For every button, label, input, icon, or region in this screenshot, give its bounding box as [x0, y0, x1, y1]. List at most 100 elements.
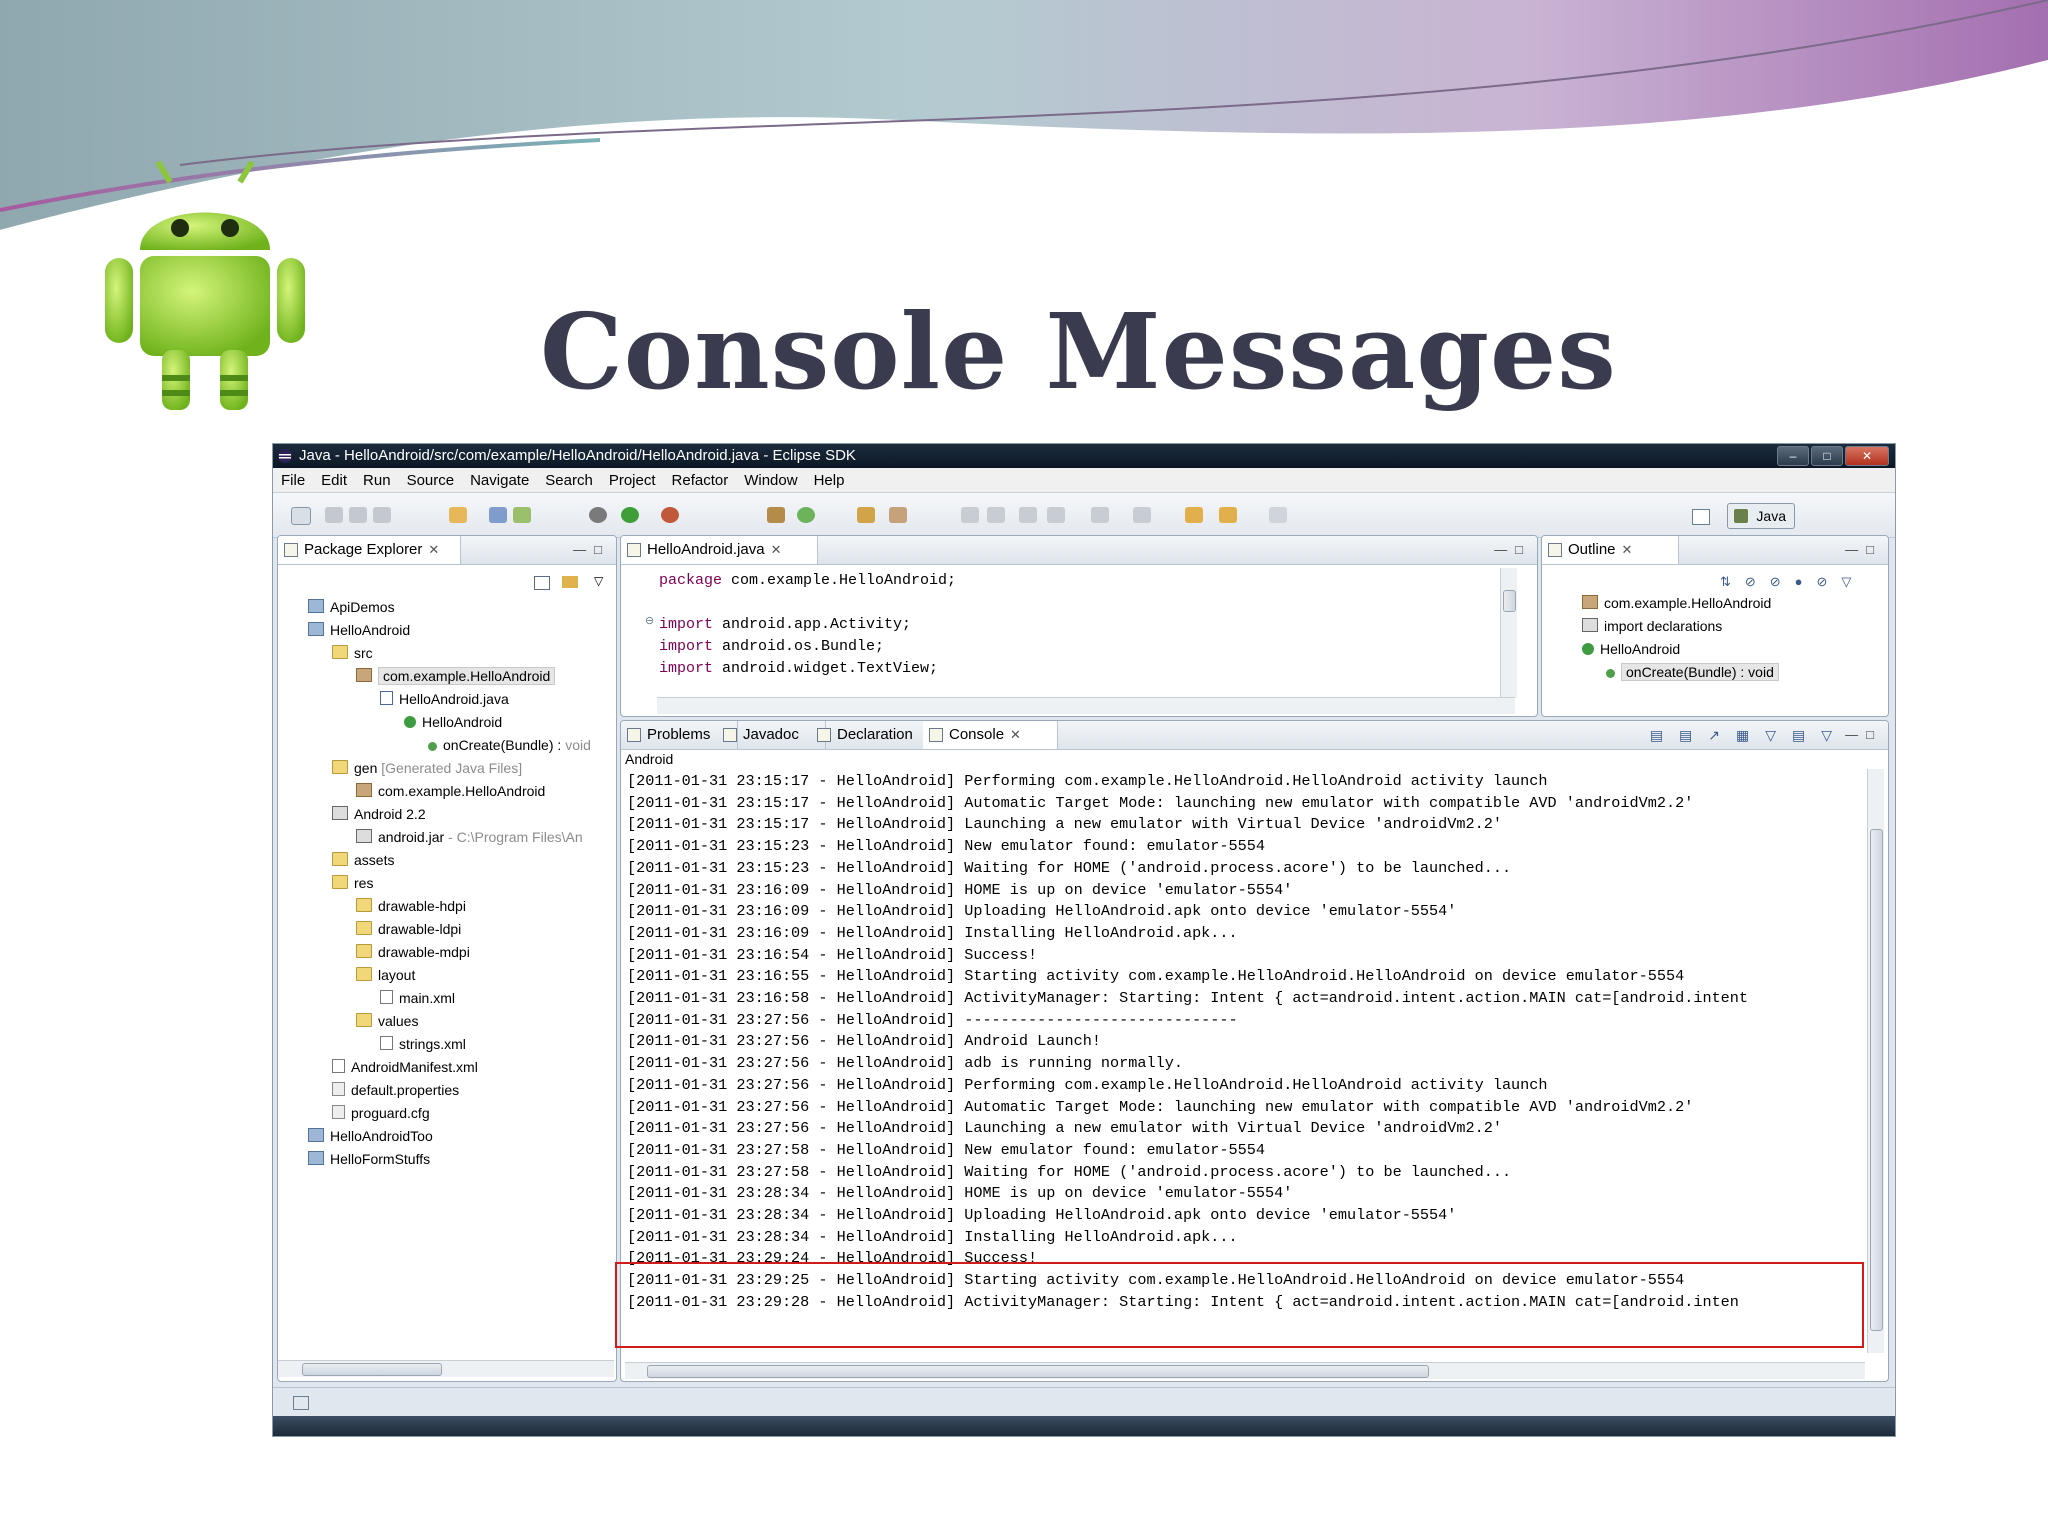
tree-item-oncreate[interactable]: onCreate(Bundle) : void [428, 734, 591, 756]
console-output[interactable]: [2011-01-31 23:15:17 - HelloAndroid] Per… [627, 771, 1748, 1314]
close-tab-icon[interactable]: ✕ [1622, 542, 1633, 557]
console-vertical-scrollbar[interactable] [1867, 769, 1884, 1353]
menu-help[interactable]: Help [814, 472, 845, 489]
link-with-editor-icon[interactable] [562, 576, 578, 588]
console-line: [2011-01-31 23:27:56 - HelloAndroid] adb… [627, 1054, 1183, 1073]
open-type-icon[interactable] [767, 507, 785, 523]
view-minmax-icons[interactable]: —□ [573, 542, 610, 557]
tab-package-explorer[interactable]: Package Explorer ✕ [278, 536, 461, 564]
close-tab-icon[interactable]: ✕ [428, 542, 439, 557]
prev-annotation-icon[interactable] [1133, 507, 1151, 523]
back-icon[interactable] [1219, 507, 1237, 523]
editor-horizontal-scrollbar[interactable] [657, 697, 1515, 714]
new-android-project-icon[interactable] [489, 507, 507, 523]
close-tab-icon[interactable]: ✕ [1010, 727, 1021, 742]
tree-item-android-jar[interactable]: android.jar - C:\Program Files\An [356, 826, 583, 848]
close-tab-icon[interactable]: ✕ [771, 542, 782, 557]
edit-pen-icon[interactable] [889, 507, 907, 523]
save-all-icon[interactable] [349, 507, 367, 523]
tree-item-helloandroid-class[interactable]: HelloAndroid [404, 711, 502, 733]
block-select-icon[interactable] [1019, 507, 1037, 523]
debug-icon[interactable] [589, 507, 607, 523]
last-edit-icon[interactable] [1185, 507, 1203, 523]
code-editor[interactable]: package com.example.HelloAndroid; import… [659, 570, 956, 680]
menu-navigate[interactable]: Navigate [470, 472, 529, 489]
scroll-thumb[interactable] [302, 1363, 442, 1376]
tree-item-proguard[interactable]: proguard.cfg [332, 1102, 430, 1124]
print-icon[interactable] [373, 507, 391, 523]
tree-item-main-xml[interactable]: main.xml [380, 987, 455, 1009]
scroll-thumb[interactable] [647, 1365, 1429, 1378]
menu-search[interactable]: Search [545, 472, 593, 489]
tree-item-gen-package[interactable]: com.example.HelloAndroid [356, 780, 545, 802]
tree-item-layout[interactable]: layout [356, 964, 415, 986]
minimize-button[interactable]: – [1777, 446, 1809, 466]
scroll-thumb[interactable] [1870, 829, 1883, 1331]
tree-item-default-properties[interactable]: default.properties [332, 1079, 459, 1101]
tree-item-helloformstuffs[interactable]: HelloFormStuffs [308, 1148, 430, 1170]
tree-item-android-lib[interactable]: Android 2.2 [332, 803, 426, 825]
open-folder-icon[interactable] [857, 507, 875, 523]
menu-run[interactable]: Run [363, 472, 391, 489]
tree-item-package[interactable]: com.example.HelloAndroid [356, 665, 556, 687]
fast-view-icon[interactable] [293, 1396, 309, 1410]
open-perspective-icon[interactable] [1692, 509, 1710, 525]
tree-item-strings-xml[interactable]: strings.xml [380, 1033, 466, 1055]
outline-item-class[interactable]: HelloAndroid [1582, 638, 1680, 660]
menu-refactor[interactable]: Refactor [672, 472, 729, 489]
tree-item-assets[interactable]: assets [332, 849, 394, 871]
annotation-icon[interactable] [987, 507, 1005, 523]
view-minmax-icons[interactable]: —□ [1494, 542, 1531, 557]
tree-item-gen[interactable]: gen [Generated Java Files] [332, 757, 522, 779]
tree-item-drawable-mdpi[interactable]: drawable-mdpi [356, 941, 470, 963]
scroll-thumb[interactable] [1503, 590, 1516, 612]
status-bar [273, 1387, 1895, 1416]
editor-vertical-scrollbar[interactable] [1500, 568, 1517, 698]
outline-item-package[interactable]: com.example.HelloAndroid [1582, 592, 1771, 614]
view-minmax-icons[interactable]: —□ [1845, 727, 1882, 742]
tab-outline[interactable]: Outline ✕ [1542, 536, 1679, 564]
collapse-all-icon[interactable] [534, 576, 550, 590]
console-toolbar-icons[interactable]: ▤▤↗▦▽▤▽ [1650, 727, 1848, 744]
run-icon[interactable] [621, 507, 639, 523]
menu-project[interactable]: Project [609, 472, 656, 489]
menu-edit[interactable]: Edit [321, 472, 347, 489]
fold-icon[interactable]: ⊖ [645, 614, 654, 627]
tree-item-manifest[interactable]: AndroidManifest.xml [332, 1056, 478, 1078]
tab-helloandroid-java[interactable]: HelloAndroid.java ✕ [621, 536, 818, 564]
tree-item-drawable-ldpi[interactable]: drawable-ldpi [356, 918, 461, 940]
tab-console[interactable]: Console ✕ [923, 721, 1058, 749]
forward-icon[interactable] [1269, 507, 1287, 523]
tree-item-res[interactable]: res [332, 872, 373, 894]
tree-item-helloandroid-java[interactable]: HelloAndroid.java [380, 688, 509, 710]
console-horizontal-scrollbar[interactable] [625, 1362, 1865, 1379]
outline-toolbar-icons[interactable]: ⇅⊘⊘●⊘▽ [1720, 574, 1865, 590]
save-icon[interactable] [325, 507, 343, 523]
refresh-icon[interactable] [797, 507, 815, 523]
external-tools-icon[interactable] [661, 507, 679, 523]
close-button[interactable]: ✕ [1845, 446, 1889, 466]
menu-file[interactable]: File [281, 472, 305, 489]
android-sdk-manager-icon[interactable] [449, 507, 467, 523]
menu-source[interactable]: Source [407, 472, 455, 489]
new-java-class-icon[interactable] [513, 507, 531, 523]
tab-javadoc[interactable]: Javadoc [717, 721, 826, 749]
view-menu-icon[interactable]: ▽ [594, 574, 603, 588]
new-icon[interactable] [291, 507, 311, 525]
view-minmax-icons[interactable]: —□ [1845, 542, 1882, 557]
explorer-horizontal-scrollbar[interactable] [278, 1360, 614, 1377]
maximize-button[interactable]: □ [1811, 446, 1843, 466]
outline-item-imports[interactable]: import declarations [1582, 615, 1722, 637]
tree-item-src[interactable]: src [332, 642, 373, 664]
tree-item-helloandroidtoo[interactable]: HelloAndroidToo [308, 1125, 433, 1147]
tree-item-helloandroid[interactable]: HelloAndroid [308, 619, 410, 641]
tree-item-values[interactable]: values [356, 1010, 418, 1032]
menu-window[interactable]: Window [744, 472, 797, 489]
java-perspective-button[interactable]: Java [1727, 503, 1795, 529]
outline-item-oncreate[interactable]: onCreate(Bundle) : void [1606, 661, 1779, 683]
whitespace-icon[interactable] [1047, 507, 1065, 523]
tree-item-apidemos[interactable]: ApiDemos [308, 596, 395, 618]
toggle-mark-icon[interactable] [961, 507, 979, 523]
tree-item-drawable-hdpi[interactable]: drawable-hdpi [356, 895, 466, 917]
next-annotation-icon[interactable] [1091, 507, 1109, 523]
